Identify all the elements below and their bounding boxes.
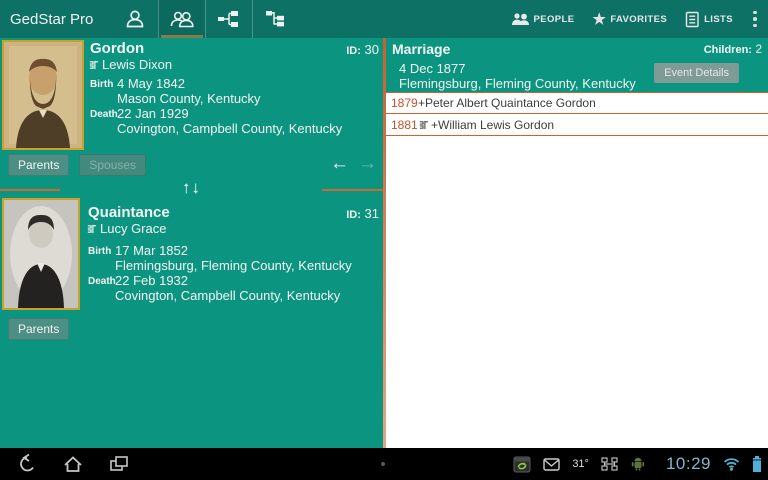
person1-spouses-button[interactable]: Spouses <box>79 154 147 176</box>
person2-birth-place: Flemingsburg, Fleming County, Kentucky <box>115 258 352 273</box>
direct-line-icon <box>86 223 97 235</box>
couple-icon <box>169 8 195 30</box>
recent-apps-button[interactable] <box>96 448 142 480</box>
app-sync-notification-icon <box>513 456 531 473</box>
descendants-tree-icon <box>264 9 288 29</box>
overflow-menu-icon[interactable] <box>742 0 768 38</box>
person2-death: Death 22 Feb 1932 <box>88 273 189 288</box>
star-icon: ★ <box>592 10 607 28</box>
child-name: +William Lewis Gordon <box>431 117 555 132</box>
person1-id: ID: 30 <box>346 42 379 57</box>
ancestors-chart-icon <box>216 9 242 29</box>
marriage-panel: Marriage Children: 2 4 Dec 1877 Flemings… <box>386 38 768 448</box>
direct-line-icon <box>418 119 429 131</box>
favorites-button[interactable]: ★ FAVORITES <box>583 0 676 38</box>
people-button-label: PEOPLE <box>533 13 575 25</box>
network-nodes-icon <box>601 457 618 471</box>
tab-single-person[interactable] <box>111 0 158 38</box>
person2-photo[interactable] <box>2 198 80 310</box>
person1-buttons: Parents Spouses <box>8 154 147 176</box>
person1-given-name: Lewis Dixon <box>88 57 172 72</box>
children-list: 1879 +Peter Albert Quaintance Gordon 188… <box>386 92 768 136</box>
gedstar-app: GedStar Pro PEOPLE ★ FAVORITES LISTS Gor… <box>0 0 768 480</box>
marriage-place: Flemingsburg, Fleming County, Kentucky <box>399 76 636 91</box>
child-row[interactable]: 1881 +William Lewis Gordon <box>386 114 768 136</box>
person1-death: Death 22 Jan 1929 <box>90 106 189 121</box>
tab-descendants-tree[interactable] <box>252 0 299 38</box>
person2-id: ID: 31 <box>346 206 379 221</box>
back-button[interactable] <box>4 448 50 480</box>
next-arrow-icon[interactable]: → <box>358 153 377 175</box>
marriage-header: Marriage Children: 2 4 Dec 1877 Flemings… <box>386 38 768 92</box>
person2-given-name: Lucy Grace <box>86 221 166 236</box>
spouse-nav: ← → <box>330 153 377 175</box>
lists-icon <box>685 11 700 28</box>
child-birth-year: 1881 <box>391 117 418 132</box>
person2-surname: Quaintance <box>88 204 170 221</box>
app-title: GedStar Pro <box>10 10 94 28</box>
person2-death-place: Covington, Campbell County, Kentucky <box>115 288 341 303</box>
gmail-notification-icon <box>543 457 561 471</box>
view-tabs <box>111 0 299 38</box>
lists-button[interactable]: LISTS <box>676 0 742 38</box>
child-birth-year: 1879 <box>391 96 418 110</box>
marriage-title: Marriage <box>392 41 451 57</box>
people-button[interactable]: PEOPLE <box>502 0 584 38</box>
tab-couple[interactable] <box>158 0 206 38</box>
swap-couple-icon[interactable]: ↑↓ <box>0 178 383 198</box>
children-count: Children: 2 <box>703 42 762 56</box>
person2-birth: Birth 17 Mar 1852 <box>88 243 188 258</box>
child-row[interactable]: 1879 +Peter Albert Quaintance Gordon <box>386 92 768 114</box>
previous-arrow-icon[interactable]: ← <box>330 153 349 175</box>
direct-line-icon <box>88 59 99 71</box>
menu-dot <box>381 462 385 466</box>
favorites-button-label: FAVORITES <box>610 13 668 25</box>
person1-parents-button[interactable]: Parents <box>8 154 70 176</box>
child-name: +Peter Albert Quaintance Gordon <box>418 96 596 110</box>
battery-icon <box>752 456 762 472</box>
people-icon <box>511 12 530 26</box>
actionbar-actions: PEOPLE ★ FAVORITES LISTS <box>502 0 768 38</box>
event-details-button[interactable]: Event Details <box>654 63 739 83</box>
android-debug-icon <box>630 457 646 471</box>
person1-birth-place: Mason County, Kentucky <box>117 91 261 106</box>
clock: 10:29 <box>665 454 711 473</box>
person2-parents-button[interactable]: Parents <box>8 318 70 340</box>
home-button[interactable] <box>50 448 96 480</box>
marriage-date: 4 Dec 1877 <box>399 61 466 76</box>
person-icon <box>124 8 146 30</box>
action-bar: GedStar Pro PEOPLE ★ FAVORITES LISTS <box>0 0 768 38</box>
status-cluster[interactable]: 31° 10:29 <box>513 454 768 474</box>
lists-button-label: LISTS <box>704 13 733 25</box>
person1-death-place: Covington, Campbell County, Kentucky <box>117 121 343 136</box>
person1-birth: Birth 4 May 1842 <box>90 76 185 91</box>
person-panel: Gordon ID: 30 Lewis Dixon Birth 4 May 18… <box>0 38 383 448</box>
wifi-icon <box>723 457 740 471</box>
system-bar: 31° 10:29 <box>0 448 768 480</box>
person1-surname: Gordon <box>90 40 145 57</box>
tab-ancestors-chart[interactable] <box>205 0 252 38</box>
person1-photo[interactable] <box>2 40 84 150</box>
nav-keys <box>4 448 142 480</box>
temperature-widget: 31° <box>572 458 589 470</box>
person2-buttons: Parents <box>8 318 70 340</box>
